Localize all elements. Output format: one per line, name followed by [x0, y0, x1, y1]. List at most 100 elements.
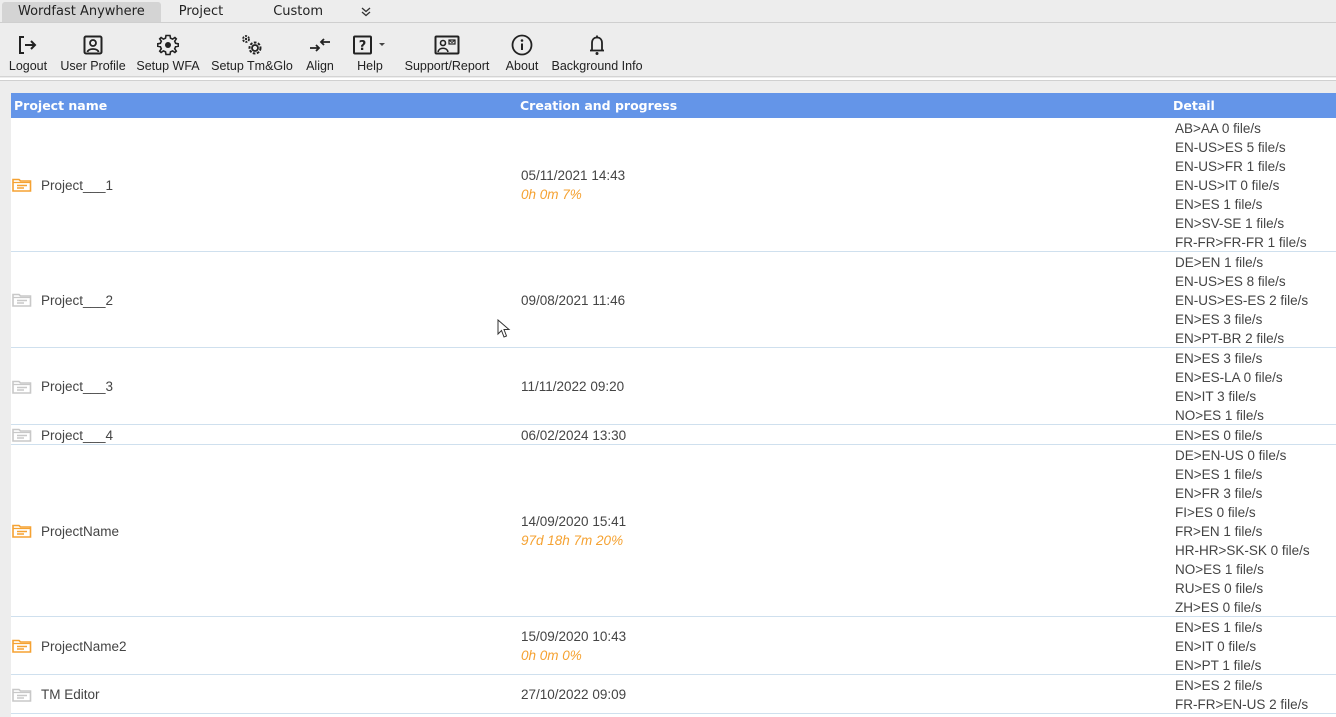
language-pair-detail: EN>IT 3 file/s	[1175, 389, 1257, 404]
support-report-icon	[434, 35, 460, 55]
project-name[interactable]: ProjectName2	[41, 639, 127, 654]
project-row[interactable]: Project___2 09/08/2021 11:46 DE>EN 1 file/…	[11, 252, 1336, 348]
folder-active-icon	[12, 524, 32, 538]
project-row[interactable]: Project___1 05/11/2021 14:43 0h 0m 7% AB>AA…	[11, 118, 1336, 252]
setup-wfa-button[interactable]: Setup WFA	[136, 24, 200, 76]
double-chevron-down-icon	[361, 7, 371, 16]
logout-label: Logout	[8, 59, 48, 73]
project-row[interactable]: Project___4 06/02/2024 13:30 EN>ES 0 file/…	[11, 425, 1336, 445]
table-body: Project___1 05/11/2021 14:43 0h 0m 7% AB>AA…	[11, 118, 1336, 714]
project-row[interactable]: ProjectName 14/09/2020 15:41 97d 18h 7m 20…	[11, 445, 1336, 617]
user-profile-button[interactable]: User Profile	[60, 24, 126, 76]
menu-tab-project[interactable]: Project	[161, 2, 239, 22]
project-name[interactable]: Project___1	[41, 178, 113, 193]
detail-cell: EN>ES 2 file/s FR-FR>EN-US 2 file/s	[1175, 676, 1308, 714]
project-table: Project name Creation and progress Detai…	[11, 93, 1336, 717]
project-name[interactable]: TM Editor	[41, 687, 100, 702]
mouse-cursor-icon	[497, 319, 511, 338]
project-row[interactable]: Project___3 11/11/2022 09:20 EN>ES 3 file/…	[11, 348, 1336, 425]
setup-wfa-label: Setup WFA	[136, 59, 200, 73]
language-pair-detail: EN>ES 3 file/s	[1175, 312, 1263, 327]
creation-progress-cell: 27/10/2022 09:09	[521, 685, 626, 704]
project-row[interactable]: ProjectName2 15/09/2020 10:43 0h 0m 0% EN>E…	[11, 617, 1336, 675]
logout-icon	[19, 36, 37, 54]
toolbar: Logout User Profile Setup WFA Setup Tm&G…	[0, 24, 1336, 77]
project-row[interactable]: TM Editor 27/10/2022 09:09 EN>ES 2 file/s F…	[11, 675, 1336, 714]
support-report-label: Support/Report	[404, 59, 490, 73]
folder-icon	[12, 380, 32, 394]
folder-icon	[12, 688, 32, 702]
creation-progress-cell: 15/09/2020 10:43 0h 0m 0%	[521, 627, 626, 665]
project-name-cell[interactable]: ProjectName	[11, 521, 119, 541]
project-name[interactable]: ProjectName	[41, 524, 119, 539]
about-button[interactable]: About	[504, 24, 540, 76]
menu-more-button[interactable]	[339, 2, 371, 22]
header-project-name[interactable]: Project name	[14, 98, 107, 113]
user-profile-label: User Profile	[60, 59, 126, 73]
language-pair-detail: FR-FR>EN-US 2 file/s	[1175, 697, 1309, 712]
detail-cell: EN>ES 1 file/s EN>IT 0 file/s EN>PT 1 file…	[1175, 618, 1262, 675]
align-label: Align	[306, 59, 334, 73]
project-name-cell[interactable]: Project___3	[11, 377, 113, 397]
language-pair-detail: EN>ES 1 file/s	[1175, 467, 1263, 482]
support-report-button[interactable]: Support/Report	[405, 24, 489, 76]
project-name-cell[interactable]: ProjectName2	[11, 636, 127, 656]
language-pair-detail: ZH>ES 0 file/s	[1175, 600, 1262, 615]
language-pair-detail: EN>ES-LA 0 file/s	[1175, 370, 1283, 385]
project-name-cell[interactable]: Project___1	[11, 175, 113, 195]
bell-icon	[590, 35, 604, 55]
user-profile-icon	[83, 35, 103, 55]
help-label: Help	[357, 59, 383, 73]
header-detail[interactable]: Detail	[1173, 98, 1215, 113]
project-name[interactable]: Project___3	[41, 379, 113, 394]
language-pair-detail: EN>ES 2 file/s	[1175, 678, 1263, 693]
creation-progress-cell: 09/08/2021 11:46	[521, 291, 625, 310]
language-pair-detail: HR-HR>SK-SK 0 file/s	[1175, 543, 1310, 558]
detail-cell: DE>EN 1 file/s EN-US>ES 8 file/s EN-US>ES-…	[1175, 253, 1308, 348]
language-pair-detail: EN-US>ES-ES 2 file/s	[1175, 293, 1309, 308]
menu-bar: Wordfast Anywhere Project Custom	[0, 0, 1336, 23]
setup-tm-glo-button[interactable]: Setup Tm&Glo	[211, 24, 293, 76]
logout-button[interactable]: Logout	[8, 24, 48, 76]
project-name-cell[interactable]: Project___4	[11, 425, 113, 445]
info-icon	[511, 34, 533, 56]
folder-active-icon	[12, 639, 32, 653]
creation-date: 09/08/2021 11:46	[521, 292, 626, 308]
align-icon	[310, 38, 330, 52]
language-pair-detail: EN>PT 1 file/s	[1175, 658, 1262, 673]
project-name[interactable]: Project___4	[41, 428, 113, 443]
language-pair-detail: FR-FR>FR-FR 1 file/s	[1175, 235, 1307, 250]
toolbar-divider	[0, 78, 1336, 81]
language-pair-detail: EN-US>ES 8 file/s	[1175, 274, 1286, 289]
creation-date: 14/09/2020 15:41	[521, 514, 627, 529]
header-creation-progress[interactable]: Creation and progress	[520, 98, 677, 113]
creation-date: 15/09/2020 10:43	[521, 629, 627, 644]
creation-progress-cell: 11/11/2022 09:20	[521, 377, 624, 396]
detail-cell: EN>ES 3 file/s EN>ES-LA 0 file/s EN>IT 3 f…	[1175, 349, 1283, 425]
menu-tab-custom[interactable]: Custom	[239, 2, 339, 22]
project-name[interactable]: Project___2	[41, 293, 113, 308]
language-pair-detail: DE>EN 1 file/s	[1175, 255, 1264, 270]
language-pair-detail: EN>SV-SE 1 file/s	[1175, 216, 1285, 231]
language-pair-detail: EN-US>IT 0 file/s	[1175, 178, 1280, 193]
creation-date: 27/10/2022 09:09	[521, 687, 627, 702]
help-button[interactable]: ? Help	[351, 24, 389, 76]
progress-text: 0h 0m 7%	[521, 187, 582, 202]
language-pair-detail: EN>ES 3 file/s	[1175, 351, 1263, 366]
background-info-button[interactable]: Background Info	[551, 24, 643, 76]
menu-tab-wordfast-anywhere[interactable]: Wordfast Anywhere	[2, 1, 161, 22]
align-button[interactable]: Align	[305, 24, 335, 76]
folder-icon	[12, 293, 32, 307]
language-pair-detail: RU>ES 0 file/s	[1175, 581, 1264, 596]
language-pair-detail: EN>ES 0 file/s	[1175, 428, 1263, 443]
creation-date: 05/11/2021 14:43	[521, 168, 626, 183]
detail-cell: EN>ES 0 file/s	[1175, 426, 1262, 445]
background-info-label: Background Info	[551, 59, 643, 73]
project-name-cell[interactable]: Project___2	[11, 290, 113, 310]
project-name-cell[interactable]: TM Editor	[11, 685, 100, 705]
language-pair-detail: EN>ES 1 file/s	[1175, 620, 1263, 635]
language-pair-detail: EN-US>ES 5 file/s	[1175, 140, 1286, 155]
language-pair-detail: NO>ES 1 file/s	[1175, 562, 1264, 577]
language-pair-detail: EN>PT-BR 2 file/s	[1175, 331, 1285, 346]
folder-icon	[12, 428, 32, 442]
